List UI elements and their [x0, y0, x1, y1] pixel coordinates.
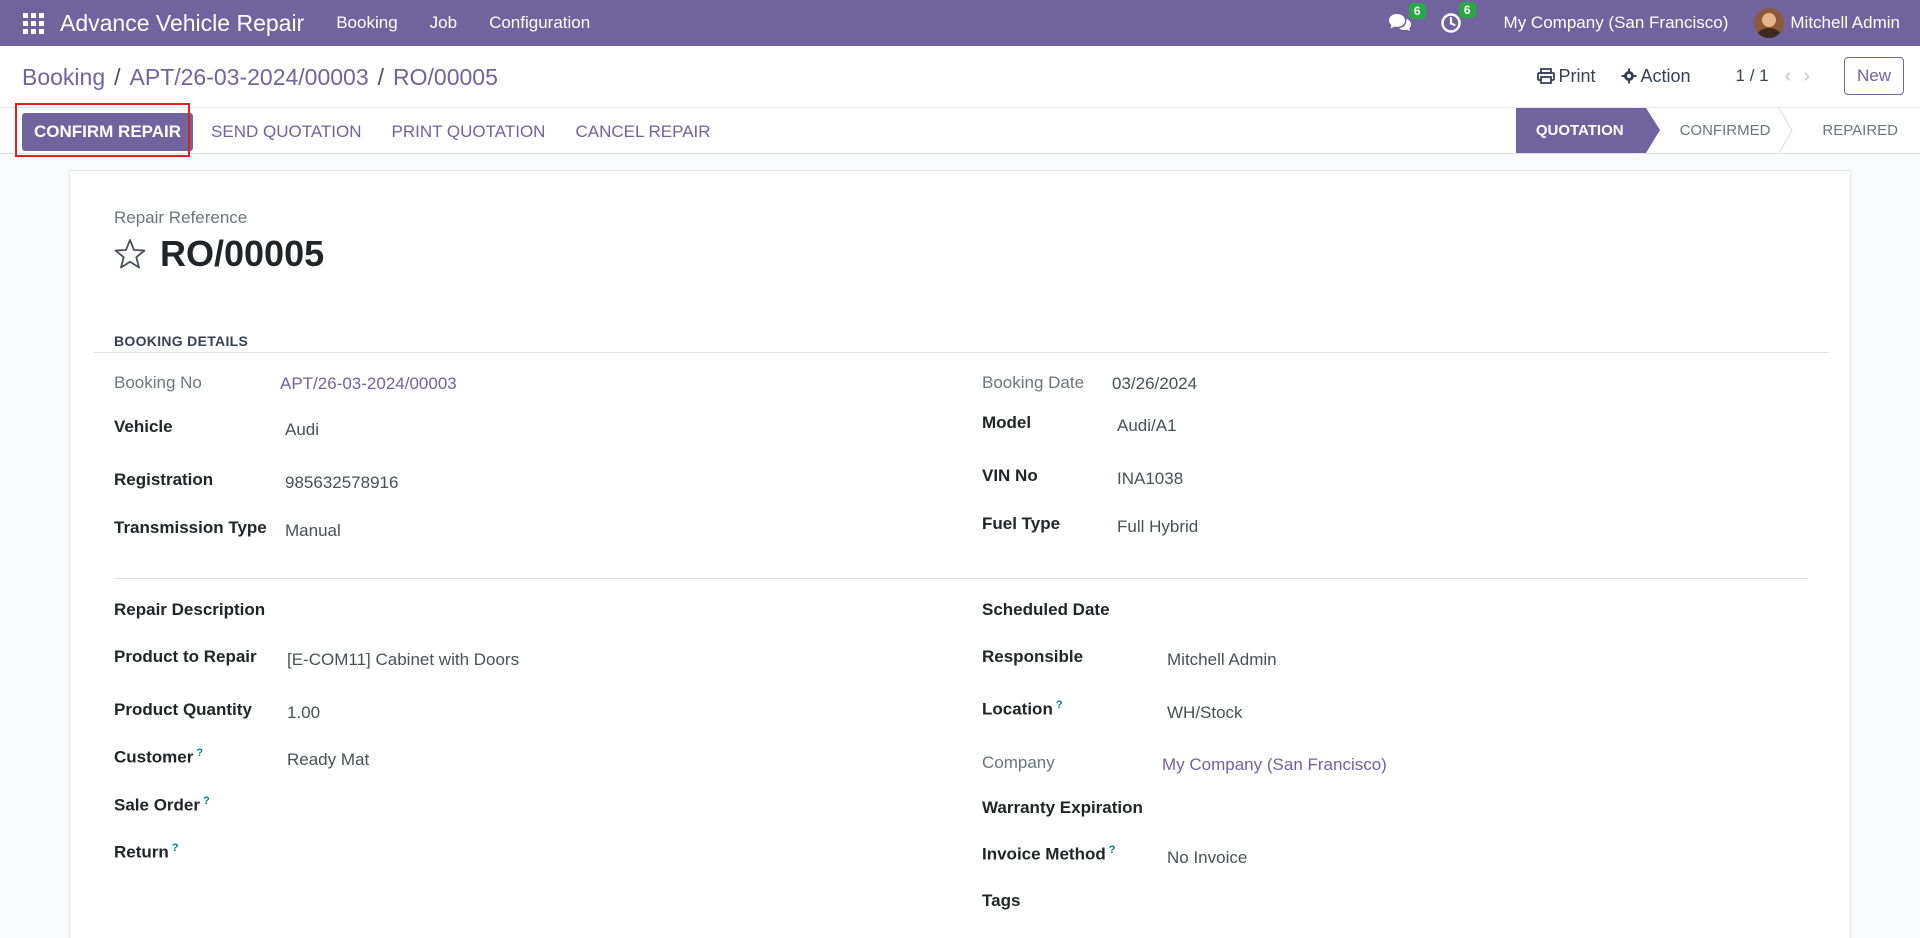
- tags-label: Tags: [982, 891, 1021, 910]
- return-label-text: Return: [114, 842, 169, 862]
- breadcrumb-appointment[interactable]: APT/26-03-2024/00003: [130, 64, 369, 91]
- cancel-repair-button[interactable]: CANCEL REPAIR: [563, 113, 722, 151]
- invoice-method-label-text: Invoice Method: [982, 844, 1106, 864]
- customer-label-text: Customer: [114, 747, 194, 767]
- app-name[interactable]: Advance Vehicle Repair: [60, 10, 304, 37]
- stage-confirmed[interactable]: CONFIRMED: [1646, 108, 1794, 153]
- company-switcher[interactable]: My Company (San Francisco): [1504, 13, 1729, 33]
- new-button[interactable]: New: [1843, 57, 1904, 95]
- control-actions: Print Action 1 / 1 ‹ › New: [1536, 56, 1920, 96]
- stage-quotation[interactable]: QUOTATION: [1515, 108, 1660, 153]
- product-to-repair-field[interactable]: [E-COM11] Cabinet with Doors: [287, 650, 519, 670]
- record-title: RO/00005: [160, 233, 325, 274]
- registration-field[interactable]: 985632578916: [285, 473, 398, 493]
- scheduled-date-label: Scheduled Date: [982, 600, 1110, 619]
- printer-icon: [1536, 68, 1555, 84]
- return-label: Return?: [114, 842, 179, 863]
- apps-menu-icon[interactable]: [22, 12, 44, 34]
- booking-date-label: Booking Date: [982, 373, 1085, 392]
- breadcrumb: Booking / APT/26-03-2024/00003 / RO/0000…: [22, 64, 498, 91]
- vin-field[interactable]: INA1038: [1117, 469, 1183, 489]
- form-sheet: Repair Reference RO/00005 BOOKING DETAIL…: [69, 170, 1851, 938]
- booking-no-link[interactable]: APT/26-03-2024/00003: [280, 374, 457, 394]
- help-icon[interactable]: ?: [196, 747, 203, 759]
- chevron-right-icon[interactable]: ›: [1803, 65, 1810, 88]
- help-icon[interactable]: ?: [203, 795, 210, 807]
- print-label: Print: [1558, 65, 1596, 86]
- help-icon[interactable]: ?: [1056, 699, 1063, 711]
- company-link[interactable]: My Company (San Francisco): [1162, 755, 1387, 775]
- invoice-method-label: Invoice Method?: [982, 844, 1115, 865]
- main-menu: Booking Job Configuration: [320, 13, 606, 33]
- product-quantity-label: Product Quantity: [114, 700, 252, 719]
- menu-job[interactable]: Job: [414, 13, 473, 33]
- control-panel: Booking / APT/26-03-2024/00003 / RO/0000…: [0, 46, 1920, 108]
- transmission-field[interactable]: Manual: [285, 521, 341, 541]
- fuel-type-label: Fuel Type: [982, 514, 1061, 533]
- sale-order-label: Sale Order?: [114, 795, 210, 816]
- booking-no-label: Booking No: [114, 373, 202, 392]
- product-to-repair-label: Product to Repair: [114, 647, 257, 666]
- systray: 6 6 My Company (San Francisco) Mitchell …: [1388, 0, 1920, 46]
- user-name: Mitchell Admin: [1790, 13, 1900, 32]
- warranty-expiration-label: Warranty Expiration: [982, 798, 1143, 817]
- registration-label: Registration: [114, 470, 214, 489]
- help-icon[interactable]: ?: [1109, 844, 1116, 856]
- invoice-method-field[interactable]: No Invoice: [1167, 848, 1247, 868]
- top-navbar: Advance Vehicle Repair Booking Job Confi…: [0, 0, 1920, 46]
- location-label-text: Location: [982, 699, 1053, 719]
- action-label: Action: [1640, 65, 1691, 86]
- section-divider: [93, 352, 1829, 353]
- breadcrumb-separator: /: [377, 64, 385, 90]
- chevron-left-icon[interactable]: ‹: [1785, 65, 1792, 88]
- statusbar: CONFIRM REPAIR SEND QUOTATION PRINT QUOT…: [0, 108, 1920, 154]
- activities-count-badge: 6: [1458, 2, 1476, 18]
- customer-label: Customer?: [114, 747, 203, 768]
- repair-reference-label: Repair Reference: [114, 208, 248, 227]
- vehicle-field[interactable]: Audi: [285, 420, 319, 440]
- star-icon[interactable]: [114, 238, 146, 270]
- send-quotation-button[interactable]: SEND QUOTATION: [199, 113, 374, 151]
- print-button[interactable]: Print: [1536, 65, 1596, 87]
- fuel-type-field[interactable]: Full Hybrid: [1117, 517, 1198, 537]
- model-field[interactable]: Audi/A1: [1117, 416, 1177, 436]
- messages-button[interactable]: 6: [1388, 3, 1426, 33]
- pager-value[interactable]: 1 / 1: [1736, 66, 1769, 86]
- product-quantity-field[interactable]: 1.00: [287, 703, 320, 723]
- booking-date-field[interactable]: 03/26/2024: [1112, 374, 1197, 394]
- sale-order-label-text: Sale Order: [114, 795, 200, 815]
- action-button[interactable]: Action: [1621, 66, 1691, 87]
- customer-field[interactable]: Ready Mat: [287, 750, 369, 770]
- user-menu[interactable]: Mitchell Admin: [1754, 8, 1900, 38]
- messages-count-badge: 6: [1408, 3, 1426, 19]
- menu-configuration[interactable]: Configuration: [473, 13, 606, 33]
- avatar: [1754, 8, 1785, 38]
- menu-booking[interactable]: Booking: [320, 13, 413, 33]
- breadcrumb-current: RO/00005: [393, 64, 498, 90]
- chat-icon: [1388, 14, 1411, 31]
- section-divider: [114, 578, 1808, 579]
- transmission-label: Transmission Type: [114, 518, 267, 537]
- title-row: RO/00005: [114, 233, 324, 275]
- vin-label: VIN No: [982, 466, 1038, 485]
- responsible-label: Responsible: [982, 647, 1084, 666]
- status-stages: QUOTATION CONFIRMED REPAIRED: [1515, 108, 1920, 153]
- help-icon[interactable]: ?: [172, 842, 179, 854]
- section-booking-details: BOOKING DETAILS: [114, 333, 249, 349]
- repair-description-label: Repair Description: [114, 600, 266, 619]
- model-label: Model: [982, 413, 1032, 432]
- stage-confirmed-label: CONFIRMED: [1679, 122, 1771, 139]
- activities-button[interactable]: 6: [1440, 2, 1476, 34]
- gear-icon: [1621, 68, 1637, 84]
- location-field[interactable]: WH/Stock: [1167, 703, 1243, 723]
- responsible-field[interactable]: Mitchell Admin: [1167, 650, 1277, 670]
- highlight-box: [15, 103, 190, 157]
- stage-repaired[interactable]: REPAIRED: [1792, 108, 1920, 153]
- location-label: Location?: [982, 699, 1063, 720]
- breadcrumb-separator: /: [114, 64, 121, 90]
- vehicle-label: Vehicle: [114, 417, 173, 436]
- company-label: Company: [982, 753, 1055, 772]
- print-quotation-button[interactable]: PRINT QUOTATION: [380, 113, 558, 151]
- breadcrumb-booking[interactable]: Booking: [22, 64, 105, 91]
